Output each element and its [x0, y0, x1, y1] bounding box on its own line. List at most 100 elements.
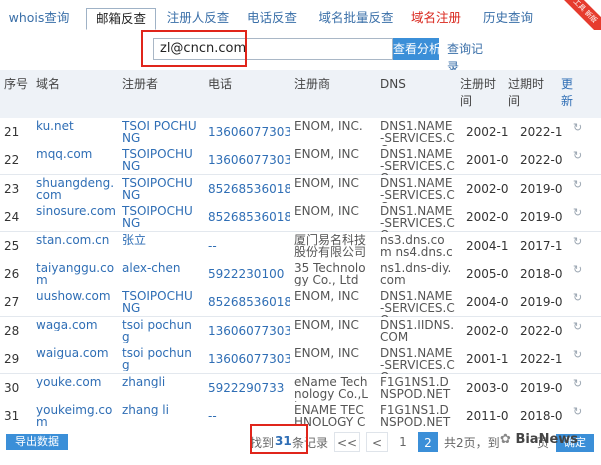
cell-registrant[interactable]: TSOI POCHUNG	[122, 120, 198, 144]
cell-reg: 2002-0	[466, 211, 509, 224]
cell-registrant[interactable]: zhang li	[122, 404, 198, 416]
tab-registrant-reverse[interactable]: 注册人反查	[164, 8, 232, 30]
cell-no: 31	[4, 410, 20, 422]
cell-phone[interactable]: 85268536018	[208, 296, 290, 308]
cell-domain[interactable]: mqq.com	[36, 148, 116, 160]
prev-page-button[interactable]: <	[366, 432, 388, 452]
cell-domain[interactable]: stan.com.cn	[36, 234, 116, 246]
cell-domain[interactable]: waga.com	[36, 319, 116, 331]
export-data-button[interactable]: 导出数据	[6, 434, 68, 450]
cell-registrar: ENOM, INC	[294, 205, 359, 218]
cell-exp: 2022-1	[520, 353, 563, 366]
cell-exp: 2022-1	[520, 126, 563, 138]
cell-registrar: 35 Technology Co., Ltd	[294, 262, 366, 286]
cell-no: 26	[4, 268, 20, 280]
cell-registrant[interactable]: zhangli	[122, 376, 198, 388]
cell-no: 24	[4, 211, 20, 224]
cell-phone[interactable]: 13606077303	[208, 126, 290, 138]
cell-registrar: ENOM, INC	[294, 290, 359, 303]
cell-exp: 2018-0	[520, 410, 563, 422]
cell-phone[interactable]: 85268536018	[208, 183, 290, 195]
refresh-icon[interactable]: ↻	[573, 348, 582, 361]
refresh-icon[interactable]: ↻	[573, 405, 582, 418]
cell-phone[interactable]: 85268536018	[208, 211, 290, 223]
cell-phone[interactable]: 13606077303	[208, 325, 290, 337]
refresh-icon[interactable]: ↻	[573, 377, 582, 390]
cell-phone[interactable]: 5922230100	[208, 268, 290, 280]
refresh-icon[interactable]: ↻	[573, 263, 582, 276]
highlight-box-count	[250, 424, 308, 454]
cell-domain[interactable]: sinosure.com	[36, 205, 116, 217]
cell-registrant[interactable]: tsoi pochung	[122, 347, 198, 371]
watermark: ✿ BiaNews	[500, 432, 578, 447]
cell-exp: 2017-1	[520, 239, 563, 252]
cell-registrant[interactable]: tsoi pochung	[122, 319, 198, 343]
cell-registrant[interactable]: TSOIPOCHUNG	[122, 205, 198, 229]
cell-dns: DNS1.IIDNS.COM	[380, 318, 455, 343]
refresh-icon[interactable]: ↻	[573, 320, 582, 333]
refresh-icon[interactable]: ↻	[573, 178, 582, 191]
cell-exp: 2019-0	[520, 381, 563, 394]
cell-registrant[interactable]: TSOIPOCHUNG	[122, 290, 198, 314]
cell-phone[interactable]: 5922290733	[208, 382, 290, 394]
refresh-icon[interactable]: ↻	[573, 149, 582, 162]
cell-domain[interactable]: ku.net	[36, 120, 116, 132]
cell-reg: 2002-0	[466, 324, 509, 337]
tab-email-reverse[interactable]: 邮箱反查	[86, 8, 156, 30]
refresh-icon[interactable]: ↻	[573, 235, 582, 248]
tab-whois[interactable]: whois查询	[6, 8, 72, 30]
cell-reg: 2002-1	[466, 126, 509, 138]
cell-reg: 2004-1	[466, 239, 509, 252]
cell-dns: F1G1NS1.DNSPOD.NET	[380, 375, 451, 400]
cell-domain[interactable]: youke.com	[36, 376, 116, 388]
col-no: 序号	[4, 77, 29, 91]
cell-no: 25	[4, 239, 20, 252]
first-page-button[interactable]: <<	[334, 432, 360, 452]
wechat-icon: ✿	[500, 432, 511, 447]
cell-domain[interactable]: shuangdeng.com	[36, 177, 116, 201]
analyze-button[interactable]: 查看分析	[393, 38, 439, 60]
table-row: 30 youke.com zhangli 5922290733 eName Techno…	[0, 373, 601, 412]
cell-registrant[interactable]: TSOIPOCHUNG	[122, 177, 198, 201]
watermark-text: BiaNews	[515, 432, 579, 447]
tab-history[interactable]: 历史查询	[480, 8, 536, 30]
tab-domain-register[interactable]: 域名注册	[408, 8, 464, 30]
cell-domain[interactable]: youkeimg.com	[36, 404, 116, 428]
cell-exp: 2019-0	[520, 211, 563, 224]
col-dns: DNS	[380, 77, 406, 91]
cell-exp: 2019-0	[520, 296, 563, 309]
cell-registrant[interactable]: TSOIPOCHUNG	[122, 148, 198, 172]
table-row: 21 ku.net TSOI POCHUNG 13606077303 ENOM, INC…	[0, 118, 601, 156]
cell-reg: 2003-0	[466, 381, 509, 394]
cell-phone[interactable]: 13606077303	[208, 353, 290, 365]
cell-registrant[interactable]: alex-chen	[122, 262, 198, 274]
col-phone: 电话	[208, 77, 233, 91]
cell-domain[interactable]: uushow.com	[36, 290, 116, 302]
table-row: 28 waga.com tsoi pochung 13606077303 ENOM, I…	[0, 316, 601, 346]
cell-registrar: ENOM, INC	[294, 176, 359, 189]
tab-phone-reverse[interactable]: 电话反查	[244, 8, 300, 30]
cell-registrar: ENOM, INC	[294, 347, 359, 360]
refresh-icon[interactable]: ↻	[573, 121, 582, 134]
cell-domain[interactable]: taiyanggu.com	[36, 262, 116, 286]
cell-phone[interactable]: --	[208, 410, 290, 422]
page-2-button[interactable]: 2	[418, 432, 438, 452]
cell-reg: 2001-1	[466, 353, 509, 366]
cell-phone[interactable]: 13606077303	[208, 154, 290, 166]
tab-bulk-reverse[interactable]: 域名批量反查	[316, 8, 396, 30]
col-registrar: 注册商	[294, 77, 331, 91]
col-refresh[interactable]: 更新	[561, 76, 575, 110]
cell-dns: F1G1NS1.DNSPOD.NET	[380, 404, 451, 428]
table-row: 29 waigua.com tsoi pochung 13606077303 ENOM,…	[0, 345, 601, 383]
refresh-icon[interactable]: ↻	[573, 291, 582, 304]
total-pages-text: 共2页，到	[444, 436, 500, 450]
col-registrant: 注册者	[122, 77, 159, 91]
page-1-button[interactable]: 1	[393, 432, 413, 452]
cell-domain[interactable]: waigua.com	[36, 347, 116, 359]
cell-phone[interactable]: --	[208, 240, 290, 252]
cell-registrant[interactable]: 张立	[122, 234, 198, 246]
cell-registrar: ENOM, INC	[294, 148, 359, 161]
col-reg-time: 注册时间	[460, 77, 497, 108]
refresh-icon[interactable]: ↻	[573, 206, 582, 219]
cell-reg: 2001-0	[466, 154, 509, 167]
